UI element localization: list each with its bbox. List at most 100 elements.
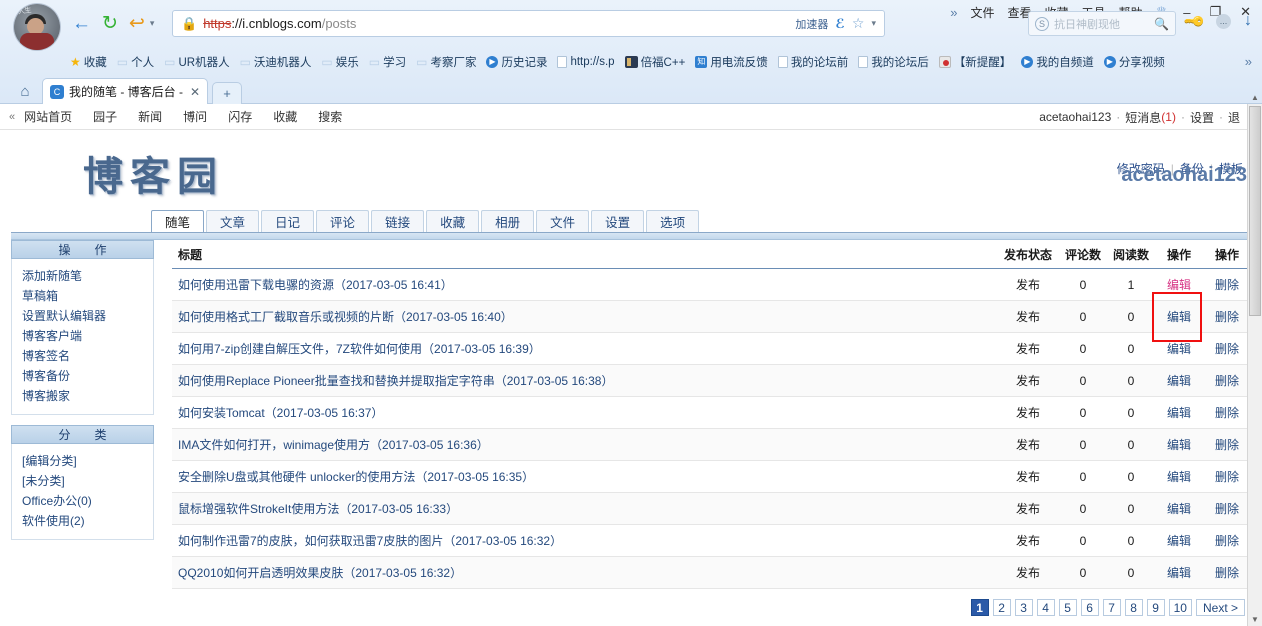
bookmark-item[interactable]: ▭ 学习 — [369, 54, 406, 70]
bookmark-item[interactable]: ▶ 分享视频 — [1103, 54, 1165, 70]
account-messages[interactable]: 短消息 — [1125, 109, 1161, 126]
undo-icon[interactable]: ↩ — [129, 14, 145, 33]
post-title-link[interactable]: 安全删除U盘或其他硬件 unlocker的使用方法（2017-03-05 16:… — [178, 470, 534, 484]
delete-link[interactable]: 删除 — [1215, 342, 1239, 356]
edit-link[interactable]: 编辑 — [1167, 278, 1191, 292]
account-logout[interactable]: 退 — [1228, 109, 1240, 126]
page-link-2[interactable]: 2 — [992, 599, 1011, 616]
menu-overflow-icon[interactable]: » — [950, 5, 957, 20]
search-icon[interactable]: 🔍 — [1154, 17, 1169, 31]
admin-tab-9[interactable]: 选项 — [646, 210, 700, 232]
edit-link[interactable]: 编辑 — [1167, 502, 1191, 516]
scrollbar-thumb[interactable] — [1249, 106, 1261, 316]
engine-icon[interactable]: ℰ — [835, 16, 844, 32]
chevron-down-icon[interactable]: ▾ — [150, 18, 155, 29]
edit-link[interactable]: 编辑 — [1167, 310, 1191, 324]
account-username[interactable]: acetaohai123 — [1039, 110, 1111, 124]
page-link-7[interactable]: 7 — [1102, 599, 1121, 616]
sidebar-item[interactable]: 博客备份 — [22, 366, 153, 386]
avatar[interactable]: 人生 — [14, 4, 60, 50]
collapse-icon[interactable]: « — [9, 111, 15, 123]
sidebar-item[interactable]: Office办公(0) — [22, 491, 153, 511]
nav-home[interactable]: 网站首页 — [24, 108, 72, 125]
sidebar-item[interactable]: [编辑分类] — [22, 451, 153, 471]
bookmark-item[interactable]: http://s.p — [557, 55, 615, 68]
page-scrollbar[interactable]: ▲ ▼ — [1247, 93, 1262, 626]
page-link-8[interactable]: 8 — [1124, 599, 1143, 616]
admin-tab-5[interactable]: 收藏 — [426, 210, 480, 232]
bookmark-item[interactable]: ★ 收藏 — [70, 54, 107, 70]
page-link-3[interactable]: 3 — [1014, 599, 1033, 616]
home-icon[interactable]: ⌂ — [8, 78, 42, 104]
bookmark-item[interactable]: ▭ 个人 — [117, 54, 154, 70]
search-box[interactable]: S 抗日神剧现他 🔍 — [1028, 11, 1176, 36]
sidebar-item[interactable]: [未分类] — [22, 471, 153, 491]
post-title-link[interactable]: 如何使用格式工厂截取音乐或视频的片断（2017-03-05 16:40） — [178, 310, 513, 324]
bookmarks-overflow-icon[interactable]: » — [1245, 54, 1252, 69]
bookmark-item[interactable]: ▭ 娱乐 — [321, 54, 358, 70]
scroll-down-icon[interactable]: ▼ — [1249, 614, 1261, 626]
nav-favorites[interactable]: 收藏 — [273, 108, 297, 125]
admin-tab-2[interactable]: 日记 — [261, 210, 315, 232]
bookmark-item[interactable]: 我的论坛前 — [777, 54, 848, 70]
page-link-4[interactable]: 4 — [1036, 599, 1055, 616]
sidebar-item[interactable]: 博客签名 — [22, 346, 153, 366]
reload-icon[interactable]: ↻ — [102, 14, 118, 33]
post-title-link[interactable]: IMA文件如何打开，winimage使用方（2017-03-05 16:36） — [178, 438, 489, 452]
bookmark-item[interactable]: ▶ 我的自频道 — [1021, 54, 1094, 70]
edit-link[interactable]: 编辑 — [1167, 470, 1191, 484]
delete-link[interactable]: 删除 — [1215, 374, 1239, 388]
new-tab-button[interactable]: + — [212, 82, 243, 104]
admin-tab-7[interactable]: 文件 — [536, 210, 590, 232]
delete-link[interactable]: 删除 — [1215, 406, 1239, 420]
page-link-1[interactable]: 1 — [970, 599, 989, 616]
nav-yuanzi[interactable]: 园子 — [93, 108, 117, 125]
sidebar-item[interactable]: 博客搬家 — [22, 386, 153, 406]
nav-search[interactable]: 搜索 — [318, 108, 342, 125]
menu-file[interactable]: 文件 — [970, 4, 994, 21]
admin-tab-0[interactable]: 随笔 — [151, 210, 205, 232]
nav-flash[interactable]: 闪存 — [228, 108, 252, 125]
delete-link[interactable]: 删除 — [1215, 438, 1239, 452]
nav-news[interactable]: 新闻 — [138, 108, 162, 125]
page-link-6[interactable]: 6 — [1080, 599, 1099, 616]
close-icon[interactable]: ✕ — [190, 85, 200, 99]
post-title-link[interactable]: QQ2010如何开启透明效果皮肤（2017-03-05 16:32） — [178, 566, 462, 580]
download-icon[interactable]: ↓ — [1244, 12, 1252, 30]
admin-tab-8[interactable]: 设置 — [591, 210, 645, 232]
page-link-10[interactable]: 10 — [1168, 599, 1192, 616]
sidebar-item[interactable]: 添加新随笔 — [22, 266, 153, 286]
bookmark-item[interactable]: 【新提醒】 — [938, 54, 1011, 70]
sidebar-item[interactable]: 设置默认编辑器 — [22, 306, 153, 326]
edit-link[interactable]: 编辑 — [1167, 374, 1191, 388]
chevron-down-icon[interactable]: ▾ — [871, 18, 876, 29]
key-icon[interactable]: 🔑 — [1182, 9, 1207, 33]
delete-link[interactable]: 删除 — [1215, 278, 1239, 292]
address-bar[interactable]: 🔒 https://i.cnblogs.com/posts 加速器 ℰ ☆ ▾ — [172, 10, 885, 37]
sidebar-item[interactable]: 博客客户端 — [22, 326, 153, 346]
account-settings[interactable]: 设置 — [1190, 109, 1214, 126]
bookmark-item[interactable]: 我的论坛后 — [858, 54, 929, 70]
accelerator-label[interactable]: 加速器 — [795, 16, 828, 32]
page-link-5[interactable]: 5 — [1058, 599, 1077, 616]
admin-tab-3[interactable]: 评论 — [316, 210, 370, 232]
delete-link[interactable]: 删除 — [1215, 470, 1239, 484]
post-title-link[interactable]: 如何使用迅雷下载电骡的资源（2017-03-05 16:41） — [178, 278, 453, 292]
search-input[interactable]: 抗日神剧现他 — [1054, 16, 1149, 32]
post-title-link[interactable]: 如何用7-zip创建自解压文件，7Z软件如何使用（2017-03-05 16:3… — [178, 342, 541, 356]
next-page-link[interactable]: Next > — [1195, 599, 1245, 616]
post-title-link[interactable]: 如何使用Replace Pioneer批量查找和替换并提取指定字符串（2017-… — [178, 374, 613, 388]
admin-tab-4[interactable]: 链接 — [371, 210, 425, 232]
bookmark-item[interactable]: 知用电流反馈 — [695, 54, 768, 70]
delete-link[interactable]: 删除 — [1215, 502, 1239, 516]
site-logo[interactable]: 博客园 — [83, 144, 224, 202]
scroll-up-icon[interactable]: ▲ — [1249, 92, 1261, 104]
page-link-9[interactable]: 9 — [1146, 599, 1165, 616]
bookmark-item[interactable]: 倍福C++ — [624, 54, 685, 70]
back-icon[interactable]: ← — [72, 14, 91, 33]
edit-link[interactable]: 编辑 — [1167, 438, 1191, 452]
admin-tab-1[interactable]: 文章 — [206, 210, 260, 232]
browser-tab-active[interactable]: C 我的随笔 - 博客后台 - ✕ — [42, 78, 209, 104]
nav-qa[interactable]: 博问 — [183, 108, 207, 125]
post-title-link[interactable]: 如何制作迅雷7的皮肤，如何获取迅雷7皮肤的图片（2017-03-05 16:32… — [178, 534, 562, 548]
